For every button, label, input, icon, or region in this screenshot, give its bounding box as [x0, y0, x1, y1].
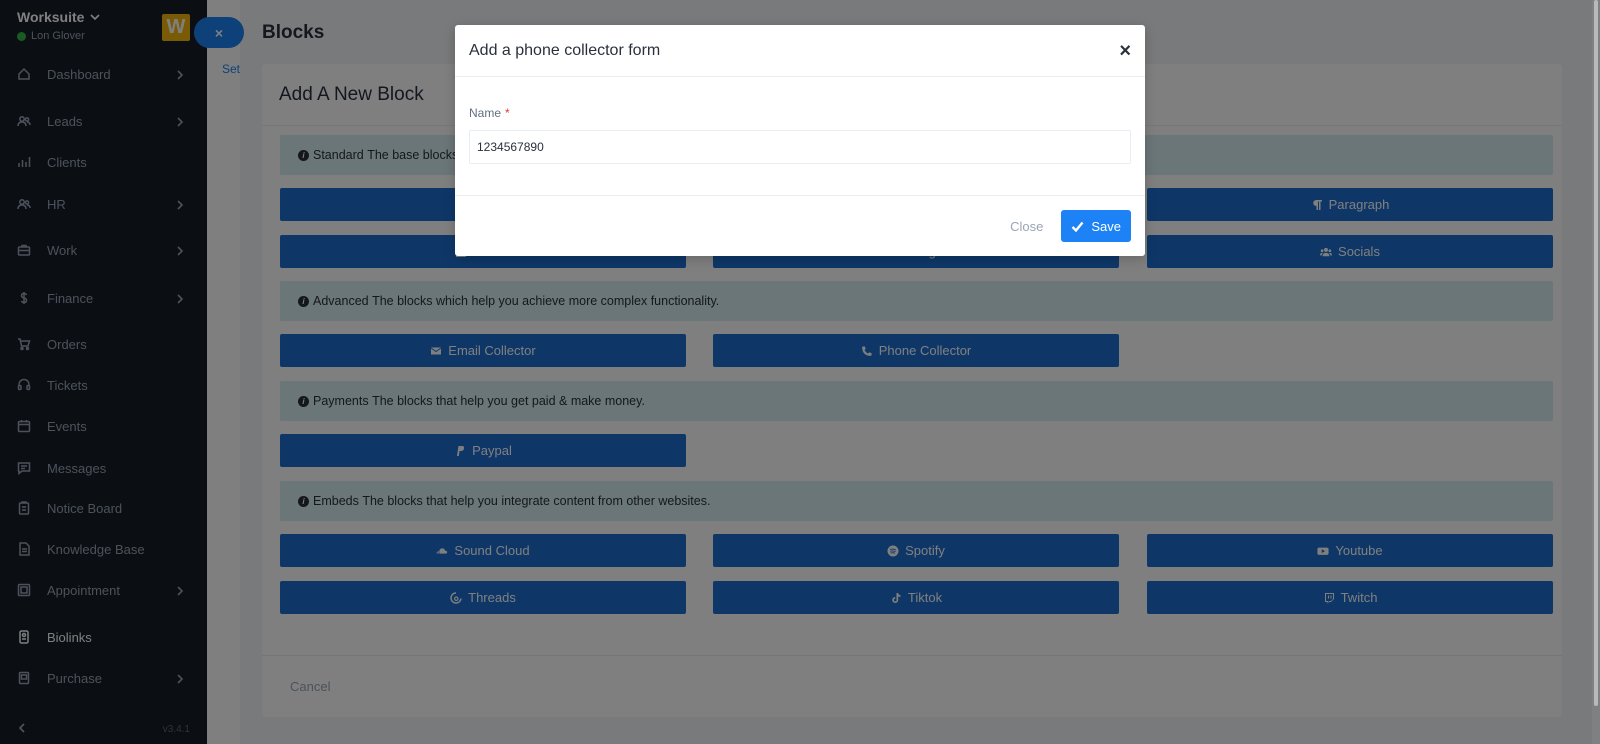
close-button[interactable]: Close	[1010, 219, 1043, 234]
name-input[interactable]	[469, 130, 1131, 164]
modal-close-icon[interactable]: ×	[1119, 41, 1131, 61]
modal-header: Add a phone collector form ×	[455, 25, 1145, 77]
save-button[interactable]: Save	[1061, 210, 1131, 242]
modal-title: Add a phone collector form	[469, 41, 661, 59]
required-mark: *	[505, 106, 510, 120]
scrollbar-thumb[interactable]	[1594, 0, 1598, 706]
page-scrollbar[interactable]	[1592, 0, 1600, 744]
modal-footer: Close Save	[455, 196, 1145, 256]
modal-body: Name *	[455, 77, 1145, 196]
check-icon	[1072, 221, 1084, 232]
phone-collector-modal: Add a phone collector form × Name* Close…	[455, 25, 1145, 256]
name-label: Name *	[469, 106, 510, 120]
